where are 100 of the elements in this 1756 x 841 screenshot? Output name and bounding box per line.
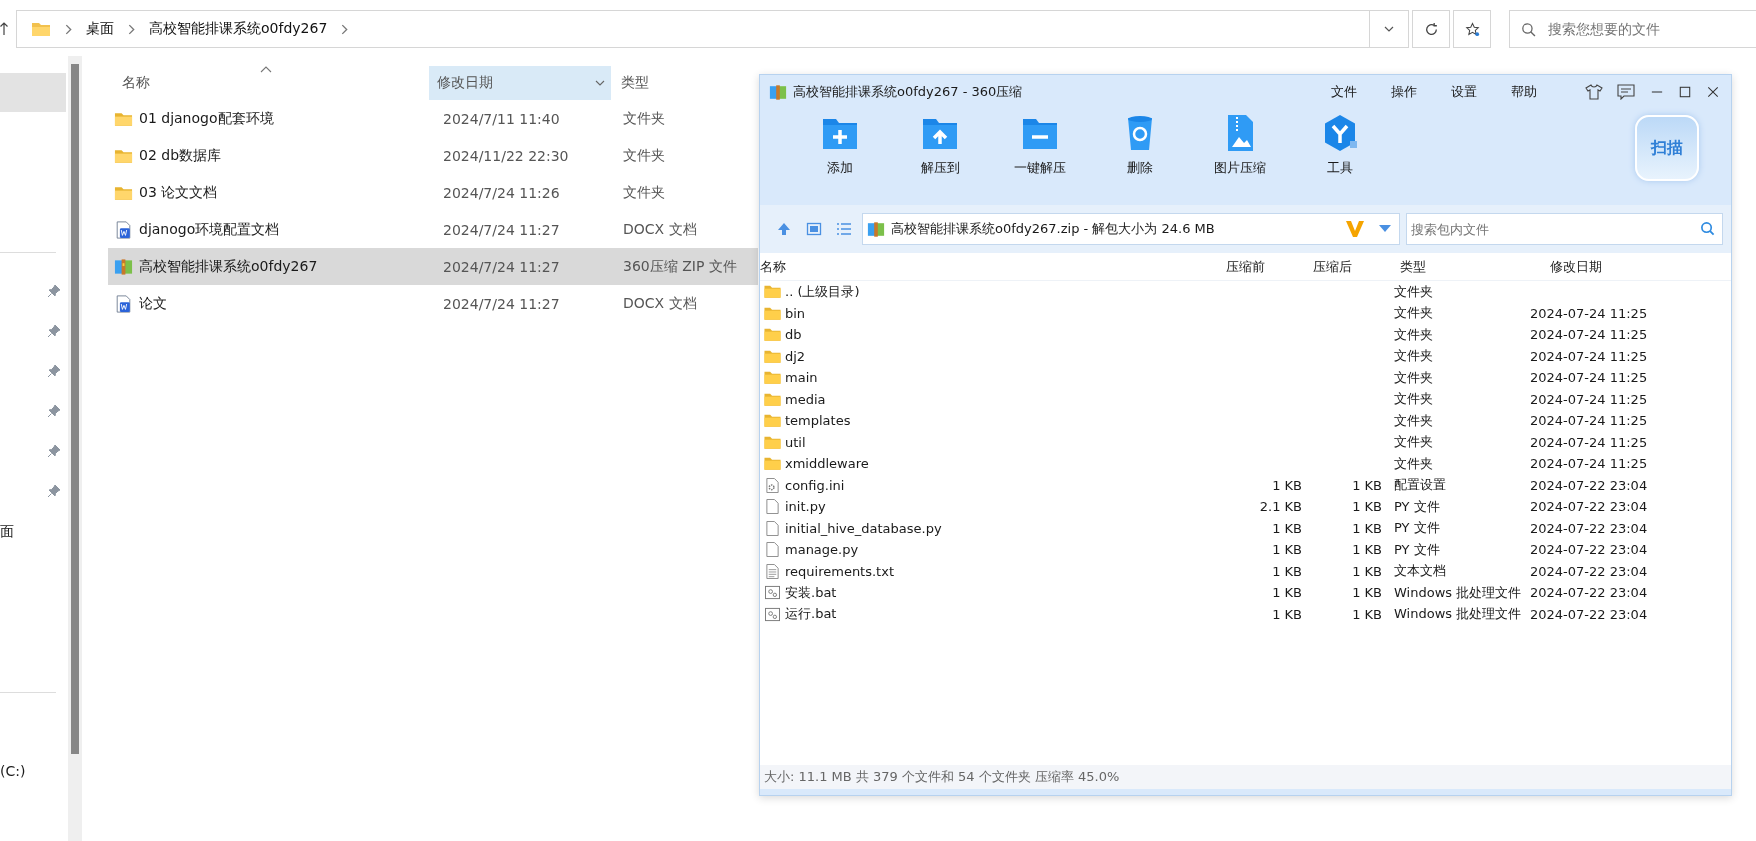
- original-size: 1 KB: [1272, 563, 1302, 579]
- column-header[interactable]: 修改日期: [1550, 257, 1602, 276]
- menu-item[interactable]: 操作: [1391, 83, 1417, 101]
- caret-icon[interactable]: [595, 80, 605, 86]
- chevron-icon: [128, 23, 135, 35]
- search-icon[interactable]: [1700, 221, 1715, 236]
- maximize-icon[interactable]: [1679, 86, 1691, 98]
- close-icon[interactable]: [1707, 86, 1719, 98]
- file-type: PY 文件: [1394, 520, 1440, 536]
- file-type: 文件夹: [1394, 434, 1433, 450]
- file-name: util: [785, 434, 806, 450]
- file-type: PY 文件: [1394, 498, 1440, 514]
- pin-icon[interactable]: [47, 484, 61, 498]
- column-header[interactable]: 修改日期: [429, 66, 611, 100]
- column-header[interactable]: 压缩前: [1226, 257, 1313, 276]
- pin-icon[interactable]: [47, 444, 61, 458]
- breadcrumb[interactable]: 高校智能排课系统o0fdy267: [149, 20, 328, 38]
- pin-icon[interactable]: [47, 404, 61, 418]
- file-date: 2024/7/11 11:40: [443, 110, 561, 127]
- toolbar-button[interactable]: 添加: [790, 109, 890, 177]
- toolbar-button[interactable]: 图片压缩: [1190, 109, 1290, 177]
- file-date: 2024-07-22 23:04: [1530, 520, 1648, 536]
- breadcrumb[interactable]: 桌面: [86, 20, 114, 38]
- star-icon[interactable]: [1464, 21, 1480, 37]
- compressed-size: 1 KB: [1352, 563, 1382, 579]
- search-icon[interactable]: [1521, 22, 1536, 37]
- folder-icon: [31, 21, 51, 37]
- file-name: 论文: [139, 294, 168, 313]
- preview-icon[interactable]: [806, 221, 822, 237]
- toolbar-button[interactable]: 删除: [1090, 109, 1190, 177]
- archive-icon: [769, 83, 787, 101]
- file-name: manage.py: [785, 542, 859, 558]
- file-type: 文件夹: [623, 146, 665, 165]
- sidebar-item[interactable]: 面: [0, 523, 14, 541]
- list-view-icon[interactable]: [836, 221, 852, 237]
- toolbar-button[interactable]: 一键解压: [990, 109, 1090, 177]
- file-name: dj2: [785, 348, 806, 364]
- pin-icon[interactable]: [47, 364, 61, 378]
- chevron-down-icon[interactable]: [1384, 26, 1394, 32]
- file-row[interactable]: djanogo环境配置文档 2024/7/24 11:27 DOCX 文档: [108, 211, 758, 248]
- status-bar: 大小: 11.1 MB 共 379 个文件和 54 个文件夹 压缩率 45.0%: [760, 765, 1731, 789]
- original-size: 1 KB: [1272, 606, 1302, 622]
- file-type: 文件夹: [1394, 283, 1433, 299]
- search-field[interactable]: 搜索您想要的文件: [1509, 10, 1756, 48]
- menu-item[interactable]: 帮助: [1511, 83, 1537, 101]
- file-icon: [764, 499, 781, 515]
- pin-icon[interactable]: [47, 284, 61, 298]
- column-header[interactable]: 名称: [108, 66, 429, 100]
- original-size: 1 KB: [1272, 542, 1302, 558]
- column-header[interactable]: 压缩后: [1313, 257, 1400, 276]
- file-name: 安装.bat: [785, 583, 837, 602]
- menu-item[interactable]: 设置: [1451, 83, 1477, 101]
- sidebar-item[interactable]: (C:): [0, 763, 26, 779]
- compressed-size: 1 KB: [1352, 520, 1382, 536]
- scrollbar[interactable]: [68, 56, 82, 841]
- file-row[interactable]: 01 djanogo配套环境 2024/7/11 11:40 文件夹: [108, 100, 758, 137]
- address-bar[interactable]: 桌面 高校智能排课系统o0fdy267: [16, 10, 1409, 48]
- file-row[interactable]: 论文 2024/7/24 11:27 DOCX 文档: [108, 285, 758, 322]
- file-name: main: [785, 370, 818, 386]
- file-type: 文本文档: [1394, 563, 1446, 579]
- file-date: 2024-07-24 11:25: [1530, 456, 1648, 472]
- pin-icon[interactable]: [47, 324, 61, 338]
- column-header[interactable]: 类型: [611, 66, 731, 100]
- folder-icon: [764, 284, 781, 300]
- toolbar-button[interactable]: 工具: [1290, 109, 1390, 177]
- favorite-button[interactable]: [1453, 10, 1491, 48]
- file-row[interactable]: 高校智能排课系统o0fdy267 2024/7/24 11:27 360压缩 ZIP 文件: [108, 248, 758, 285]
- original-size: 1 KB: [1272, 585, 1302, 601]
- column-header[interactable]: 类型: [1400, 257, 1550, 276]
- file-type: 文件夹: [1394, 412, 1433, 428]
- column-header[interactable]: 名称: [760, 257, 1226, 276]
- file-row[interactable]: 03 论文文档 2024/7/24 11:26 文件夹: [108, 174, 758, 211]
- message-icon[interactable]: [1617, 84, 1635, 100]
- file-name: 01 djanogo配套环境: [139, 109, 275, 128]
- up-arrow-icon[interactable]: [0, 22, 8, 36]
- file-type: 配置设置: [1394, 477, 1446, 493]
- file-row[interactable]: 02 db数据库 2024/11/22 22:30 文件夹: [108, 137, 758, 174]
- document-icon: [114, 220, 133, 239]
- file-date: 2024-07-22 23:04: [1530, 563, 1648, 579]
- refresh-button[interactable]: [1412, 10, 1450, 48]
- search-field[interactable]: 搜索包内文件: [1406, 213, 1723, 245]
- menu-item[interactable]: 文件: [1331, 83, 1357, 101]
- shirt-icon[interactable]: [1585, 84, 1603, 100]
- toolbar-button[interactable]: 解压到: [890, 109, 990, 177]
- chevron-icon: [65, 23, 72, 35]
- v-logo-icon[interactable]: [1345, 220, 1365, 238]
- file-type: DOCX 文档: [623, 294, 697, 313]
- file-icon: [764, 542, 781, 558]
- dropdown-arrow-icon[interactable]: [1379, 225, 1391, 233]
- file-name: db: [785, 327, 802, 343]
- sort-caret-icon: [260, 66, 272, 73]
- file-name: initial_hive_database.py: [785, 520, 942, 536]
- batch-file-icon: [764, 606, 781, 622]
- file-name: init.py: [785, 499, 826, 515]
- path-field[interactable]: 高校智能排课系统o0fdy267.zip - 解包大小为 24.6 MB: [862, 213, 1400, 245]
- compressed-size: 1 KB: [1352, 499, 1382, 515]
- folder-icon: [764, 348, 781, 364]
- original-size: 1 KB: [1272, 477, 1302, 493]
- archive-icon: [114, 257, 133, 276]
- refresh-icon[interactable]: [1423, 21, 1439, 37]
